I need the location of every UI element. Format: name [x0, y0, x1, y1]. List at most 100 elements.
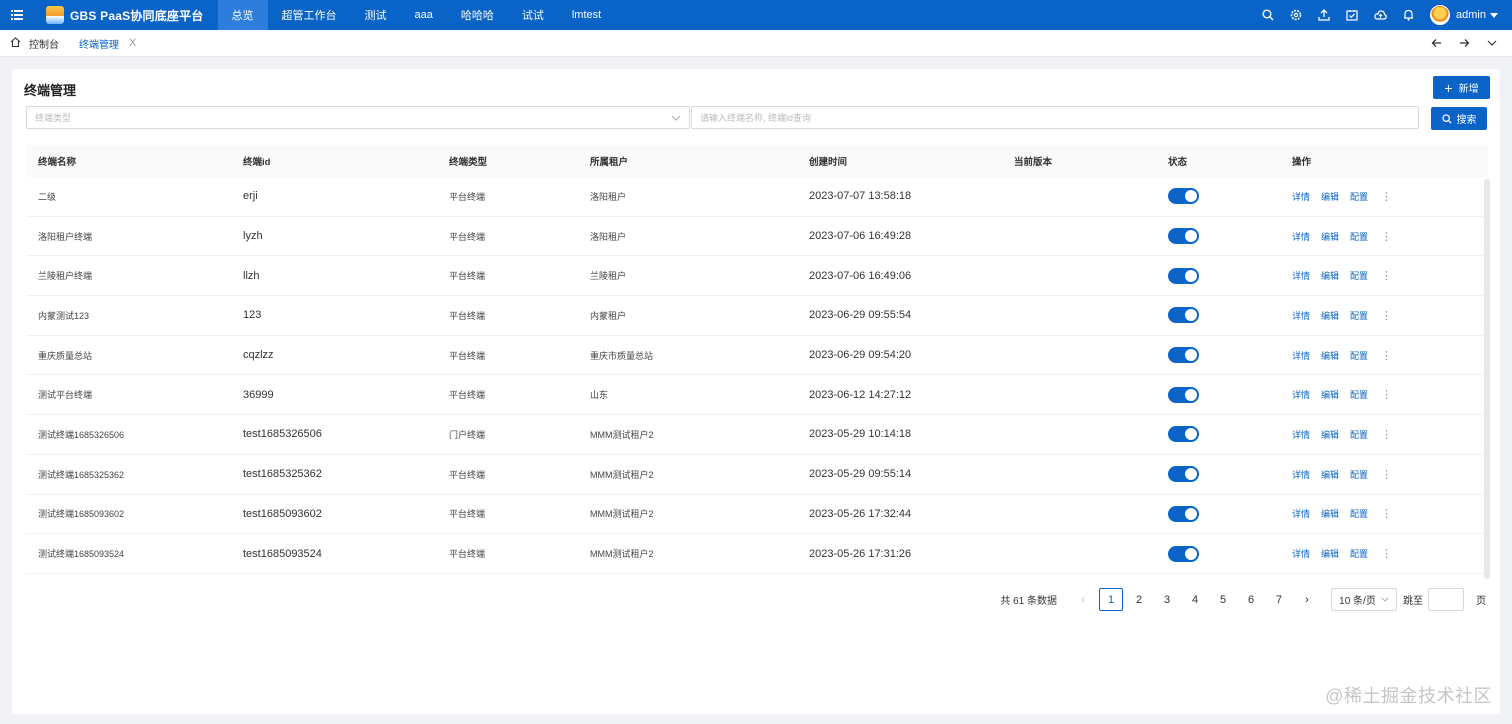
- page-5[interactable]: 5: [1211, 588, 1235, 611]
- gear-icon[interactable]: [1282, 0, 1310, 30]
- edit-link[interactable]: 编辑: [1321, 388, 1339, 401]
- status-toggle[interactable]: [1168, 386, 1199, 403]
- edit-link[interactable]: 编辑: [1321, 309, 1339, 322]
- more-icon[interactable]: ⋮: [1381, 388, 1392, 401]
- status-toggle[interactable]: [1168, 228, 1199, 245]
- nav-item-overview[interactable]: 总览: [217, 0, 268, 30]
- page-2[interactable]: 2: [1127, 588, 1151, 611]
- page-size-select[interactable]: 10 条/页: [1331, 588, 1397, 611]
- search-icon[interactable]: [1254, 0, 1282, 30]
- chevron-down-icon[interactable]: [1490, 12, 1498, 18]
- col-header-name[interactable]: 终端名称: [26, 154, 231, 168]
- page-1[interactable]: 1: [1099, 588, 1123, 611]
- config-link[interactable]: 配置: [1350, 388, 1368, 401]
- more-icon[interactable]: ⋮: [1381, 507, 1392, 520]
- col-header-id[interactable]: 终端id: [231, 154, 437, 168]
- detail-link[interactable]: 详情: [1292, 507, 1310, 520]
- table-scrollbar[interactable]: [1484, 179, 1490, 579]
- config-link[interactable]: 配置: [1350, 230, 1368, 243]
- page-6[interactable]: 6: [1239, 588, 1263, 611]
- brand[interactable]: GBS PaaS协同底座平台: [34, 0, 214, 30]
- more-icon[interactable]: ⋮: [1381, 309, 1392, 322]
- username[interactable]: admin: [1456, 9, 1486, 21]
- detail-link[interactable]: 详情: [1292, 388, 1310, 401]
- task-check-icon[interactable]: [1338, 0, 1366, 30]
- tab-terminal-management[interactable]: 终端管理 X: [69, 30, 146, 57]
- edit-link[interactable]: 编辑: [1321, 468, 1339, 481]
- edit-link[interactable]: 编辑: [1321, 507, 1339, 520]
- col-header-version[interactable]: 当前版本: [1002, 154, 1156, 168]
- detail-link[interactable]: 详情: [1292, 468, 1310, 481]
- terminal-type-select[interactable]: 终端类型: [26, 106, 690, 129]
- more-icon[interactable]: ⋮: [1381, 190, 1392, 203]
- search-input[interactable]: 请输入终端名称, 终端id查询: [691, 106, 1419, 129]
- table-row: 二级 erji 平台终端 洛阳租户 2023-07-07 13:58:18 详情 编辑 配置 ⋮: [26, 177, 1488, 217]
- col-header-created[interactable]: 创建时间: [797, 154, 1002, 168]
- edit-link[interactable]: 编辑: [1321, 547, 1339, 560]
- avatar[interactable]: [1430, 5, 1451, 25]
- status-toggle[interactable]: [1168, 466, 1199, 483]
- detail-link[interactable]: 详情: [1292, 428, 1310, 441]
- col-header-status[interactable]: 状态: [1156, 154, 1280, 168]
- menu-toggle-icon[interactable]: [0, 0, 34, 30]
- edit-link[interactable]: 编辑: [1321, 349, 1339, 362]
- config-link[interactable]: 配置: [1350, 547, 1368, 560]
- config-link[interactable]: 配置: [1350, 507, 1368, 520]
- page-4[interactable]: 4: [1183, 588, 1207, 611]
- tab-dashboard[interactable]: 控制台: [0, 30, 69, 57]
- detail-link[interactable]: 详情: [1292, 309, 1310, 322]
- bell-icon[interactable]: [1394, 0, 1422, 30]
- status-toggle[interactable]: [1168, 267, 1199, 284]
- edit-link[interactable]: 编辑: [1321, 428, 1339, 441]
- config-link[interactable]: 配置: [1350, 309, 1368, 322]
- detail-link[interactable]: 详情: [1292, 269, 1310, 282]
- more-icon[interactable]: ⋮: [1381, 547, 1392, 560]
- status-toggle[interactable]: [1168, 545, 1199, 562]
- more-icon[interactable]: ⋮: [1381, 230, 1392, 243]
- nav-item-test[interactable]: 测试: [351, 0, 401, 30]
- created-time: 2023-06-12 14:27:12: [809, 388, 912, 401]
- detail-link[interactable]: 详情: [1292, 349, 1310, 362]
- page-3[interactable]: 3: [1155, 588, 1179, 611]
- edit-link[interactable]: 编辑: [1321, 230, 1339, 243]
- col-header-type[interactable]: 终端类型: [437, 154, 578, 168]
- status-toggle[interactable]: [1168, 188, 1199, 205]
- next-page-icon[interactable]: ›: [1295, 588, 1319, 611]
- status-toggle[interactable]: [1168, 426, 1199, 443]
- edit-link[interactable]: 编辑: [1321, 269, 1339, 282]
- config-link[interactable]: 配置: [1350, 468, 1368, 481]
- status-toggle[interactable]: [1168, 347, 1199, 364]
- status-toggle[interactable]: [1168, 505, 1199, 522]
- col-header-tenant[interactable]: 所属租户: [578, 154, 797, 168]
- config-link[interactable]: 配置: [1350, 190, 1368, 203]
- nav-item-superadmin[interactable]: 超管工作台: [268, 0, 351, 30]
- prev-page-icon[interactable]: ‹: [1071, 588, 1095, 611]
- nav-item-shishi[interactable]: 试试: [508, 0, 558, 30]
- config-link[interactable]: 配置: [1350, 349, 1368, 362]
- more-icon[interactable]: ⋮: [1381, 349, 1392, 362]
- detail-link[interactable]: 详情: [1292, 230, 1310, 243]
- detail-link[interactable]: 详情: [1292, 547, 1310, 560]
- arrow-left-icon[interactable]: [1422, 30, 1450, 57]
- more-icon[interactable]: ⋮: [1381, 428, 1392, 441]
- nav-item-hahaha[interactable]: 哈哈哈: [447, 0, 508, 30]
- edit-link[interactable]: 编辑: [1321, 190, 1339, 203]
- config-link[interactable]: 配置: [1350, 269, 1368, 282]
- more-icon[interactable]: ⋮: [1381, 468, 1392, 481]
- status-toggle[interactable]: [1168, 307, 1199, 324]
- page-7[interactable]: 7: [1267, 588, 1291, 611]
- search-button[interactable]: 搜索: [1431, 107, 1487, 130]
- nav-item-lmtest[interactable]: lmtest: [558, 0, 615, 30]
- nav-item-aaa[interactable]: aaa: [401, 0, 447, 30]
- chevron-down-icon[interactable]: [1478, 30, 1506, 57]
- upload-icon[interactable]: [1310, 0, 1338, 30]
- arrow-right-icon[interactable]: [1450, 30, 1478, 57]
- detail-link[interactable]: 详情: [1292, 190, 1310, 203]
- terminal-type: 平台终端: [449, 271, 486, 282]
- add-button[interactable]: + 新增: [1433, 76, 1490, 99]
- close-icon[interactable]: X: [129, 37, 136, 49]
- jump-page-input[interactable]: [1428, 588, 1464, 611]
- more-icon[interactable]: ⋮: [1381, 269, 1392, 282]
- config-link[interactable]: 配置: [1350, 428, 1368, 441]
- cloud-icon[interactable]: [1366, 0, 1394, 30]
